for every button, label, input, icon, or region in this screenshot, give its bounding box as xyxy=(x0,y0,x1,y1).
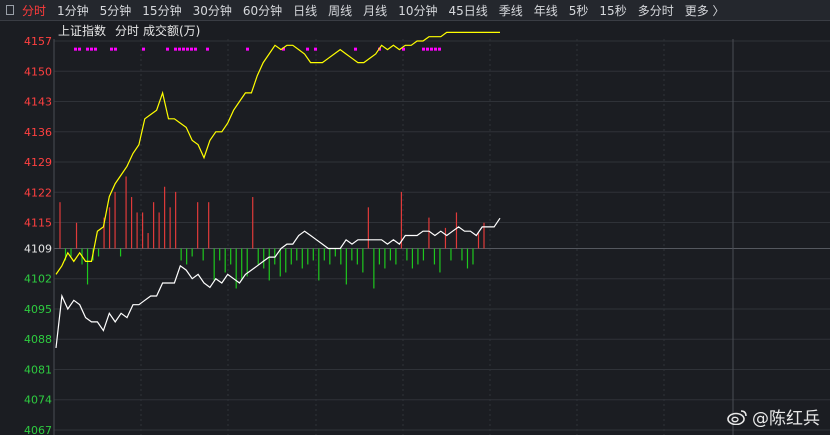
tab-11[interactable]: 季线 xyxy=(499,2,523,19)
tab-2[interactable]: 5分钟 xyxy=(100,2,132,19)
marker-0 xyxy=(74,47,77,51)
marker-3 xyxy=(90,47,93,51)
price-line xyxy=(55,217,501,348)
marker-23 xyxy=(422,47,425,51)
marker-20 xyxy=(354,47,357,51)
marker-7 xyxy=(142,47,145,51)
intraday-chart: 4157 4150 4143 4136 4129 4122 4115 4109 4102 4095… xyxy=(24,23,830,435)
y-tick-1: 4150 xyxy=(24,65,52,78)
period-toolbar: 分时 1分钟 5分钟 15分钟 30分钟 60分钟 日线 周线 月线 10分钟 45日线 季线 年线 5秒… xyxy=(0,0,830,21)
y-tick-9: 4095 xyxy=(24,303,52,316)
marker-11 xyxy=(182,47,185,51)
tab-13[interactable]: 5秒 xyxy=(569,2,589,19)
tab-12[interactable]: 年线 xyxy=(534,2,558,19)
tab-4[interactable]: 30分钟 xyxy=(193,2,232,19)
y-tick-0: 4157 xyxy=(24,35,52,48)
marker-6 xyxy=(114,47,117,51)
tab-10[interactable]: 45日线 xyxy=(448,2,487,19)
marker-12 xyxy=(186,47,189,51)
marker-24 xyxy=(426,47,429,51)
tab-14[interactable]: 15秒 xyxy=(599,2,626,19)
marker-10 xyxy=(178,47,181,51)
tab-15[interactable]: 多分时 xyxy=(638,2,674,19)
marker-4 xyxy=(94,47,97,51)
tab-0[interactable]: 分时 xyxy=(22,2,46,19)
marker-5 xyxy=(110,47,113,51)
chart-title: 上证指数 xyxy=(58,23,106,38)
marker-9 xyxy=(174,47,177,51)
tab-9[interactable]: 10分钟 xyxy=(398,2,437,19)
watermark-text: @陈红兵 xyxy=(752,409,820,429)
marker-2 xyxy=(86,47,89,51)
y-tick-4: 4129 xyxy=(24,156,52,169)
marker-18 xyxy=(306,47,309,51)
weibo-watermark: @陈红兵 xyxy=(726,404,820,429)
chart-legend-0: 分时 xyxy=(115,24,139,38)
marker-1 xyxy=(78,47,81,51)
chart-legend-1: 成交额(万) xyxy=(143,23,200,38)
y-axis-ticks: 4157 4150 4143 4136 4129 4122 4115 4109 4102 4095… xyxy=(24,35,52,435)
y-tick-11: 4081 xyxy=(24,363,52,376)
marker-26 xyxy=(434,47,437,51)
y-tick-8: 4102 xyxy=(24,273,52,286)
marker-13 xyxy=(190,47,193,51)
series-lines xyxy=(55,31,501,348)
y-tick-5: 4122 xyxy=(24,186,52,199)
panel-toggle-icon[interactable] xyxy=(6,5,14,15)
marker-19 xyxy=(314,47,317,51)
y-tick-13: 4067 xyxy=(24,424,52,435)
tab-1[interactable]: 1分钟 xyxy=(57,2,89,19)
tab-6[interactable]: 日线 xyxy=(293,2,317,19)
tab-8[interactable]: 月线 xyxy=(363,2,387,19)
y-tick-3: 4136 xyxy=(24,126,52,139)
weibo-logo-icon xyxy=(727,409,747,425)
y-tick-10: 4088 xyxy=(24,333,52,346)
y-tick-2: 4143 xyxy=(24,96,52,109)
marker-16 xyxy=(246,47,249,51)
tab-3[interactable]: 15分钟 xyxy=(142,2,181,19)
tab-7[interactable]: 周线 xyxy=(328,2,352,19)
marker-8 xyxy=(166,47,169,51)
marker-25 xyxy=(430,47,433,51)
y-tick-6: 4115 xyxy=(24,217,52,230)
marker-27 xyxy=(438,47,441,51)
marker-14 xyxy=(194,47,197,51)
y-tick-7: 4109 xyxy=(24,242,52,255)
marker-15 xyxy=(206,47,209,51)
average-line xyxy=(55,31,500,275)
y-tick-12: 4074 xyxy=(24,394,52,407)
tab-16[interactable]: 更多 〉 xyxy=(685,2,725,19)
tab-5[interactable]: 60分钟 xyxy=(243,2,282,19)
